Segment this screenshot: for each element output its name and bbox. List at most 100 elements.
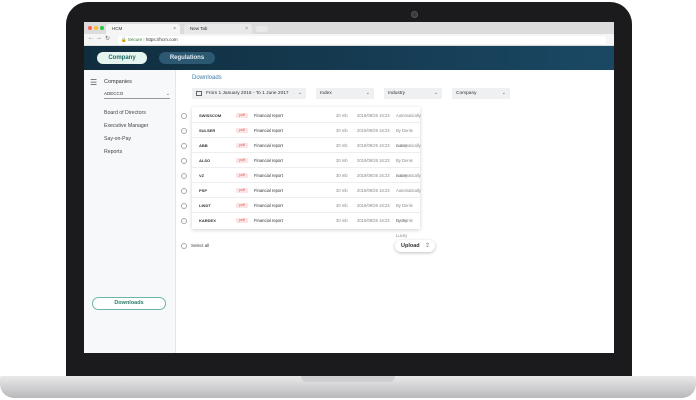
close-icon[interactable]: × (245, 24, 248, 34)
file-type: Financial report (254, 188, 283, 193)
table-row[interactable]: ABB pdf Financial report 30 mb 2018/09/2… (192, 138, 421, 153)
uploaded-by: Automatically (396, 113, 421, 118)
table-row[interactable]: SWISSCOM pdf Financial report 30 mb 2018… (192, 108, 421, 123)
new-tab-button[interactable] (256, 26, 268, 32)
chevron-down-icon: ⌄ (501, 90, 506, 96)
row-checkbox[interactable] (181, 188, 187, 194)
file-date: 2018/09/26 16:23 (357, 113, 390, 118)
upload-button[interactable]: Upload ⇪ (395, 240, 435, 252)
date-range-filter[interactable]: From 1 January 2016 - To 1 June 2017 ⌄ (192, 88, 306, 99)
sidebar-item-reports[interactable]: Reports (104, 149, 122, 155)
page-title: Downloads (192, 75, 222, 81)
company-name: VZ (199, 173, 205, 178)
address-bar: ← → ↻ 🔒 Secure | https://hcm.com (84, 34, 614, 46)
minimize-window-icon[interactable] (94, 26, 98, 30)
url-text: https://hcm.com (145, 37, 178, 42)
row-checkbox[interactable] (181, 218, 187, 224)
company-name: ABB (199, 143, 208, 148)
date-range-value: From 1 January 2016 - To 1 June 2017 (206, 91, 289, 96)
company-name: SWISSCOM (199, 113, 222, 118)
sidebar-item-executive-manager[interactable]: Executive Manager (104, 123, 148, 129)
chevron-down-icon: ⌄ (297, 90, 302, 96)
file-size: 30 mb (336, 218, 348, 223)
company-name: PSP (199, 188, 208, 193)
tab-regulations[interactable]: Regulations (159, 52, 215, 64)
pdf-badge: pdf (236, 218, 248, 223)
camera-icon (411, 11, 418, 18)
row-checkbox[interactable] (181, 158, 187, 164)
pdf-badge: pdf (236, 143, 248, 148)
screen: HCM × New Tab × ← → ↻ 🔒 Secure | https:/… (84, 22, 614, 353)
chevron-down-icon: ⌄ (165, 91, 170, 97)
forward-icon[interactable]: → (96, 35, 102, 41)
lock-icon: 🔒 (121, 37, 127, 42)
pdf-badge: pdf (236, 128, 248, 133)
company-name: LINDT (199, 203, 211, 208)
row-checkbox[interactable] (181, 143, 187, 149)
sidebar-item-say-on-pay[interactable]: Say-on-Pay (104, 136, 131, 142)
table-row[interactable]: LINDT pdf Financial report 30 mb 2018/09… (192, 198, 420, 223)
url-input[interactable]: 🔒 Secure | https://hcm.com (118, 36, 606, 44)
close-window-icon[interactable] (88, 26, 92, 30)
close-icon[interactable]: × (173, 24, 176, 34)
laptop-base (0, 376, 696, 398)
menu-icon[interactable]: ☰ (90, 78, 97, 87)
row-checkbox[interactable] (181, 173, 187, 179)
file-date: 2018/09/26 16:23 (357, 173, 390, 178)
company-name: SULSER (199, 128, 216, 133)
upload-icon: ⇪ (424, 243, 430, 249)
file-size: 30 mb (336, 203, 348, 208)
table-row[interactable]: PSP pdf Financial report 30 mb 2018/09/2… (192, 183, 421, 198)
select-all-label[interactable]: Select all (191, 243, 209, 249)
tab-label: HCM (112, 26, 123, 31)
file-type: Financial report (254, 158, 283, 163)
tab-label: New Tab (190, 26, 208, 31)
industry-filter[interactable]: Industry ⌄ (384, 88, 442, 99)
browser-tab-active[interactable]: HCM × (106, 24, 180, 34)
sidebar-item-board-of-directors[interactable]: Board of Directors (104, 110, 146, 116)
back-icon[interactable]: ← (88, 35, 94, 41)
row-checkbox[interactable] (181, 128, 187, 134)
pdf-badge: pdf (236, 203, 248, 208)
pdf-badge: pdf (236, 188, 248, 193)
app-header: Company Regulations (84, 46, 614, 70)
uploaded-by: By Denis Lucey (396, 218, 413, 238)
downloads-button[interactable]: Downloads (92, 297, 166, 310)
index-filter[interactable]: Index ⌄ (316, 88, 374, 99)
row-checkbox[interactable] (181, 203, 187, 209)
browser-tab-new[interactable]: New Tab × (184, 24, 252, 34)
file-type: Financial report (254, 128, 283, 133)
maximize-window-icon[interactable] (100, 26, 104, 30)
file-size: 30 mb (336, 188, 348, 193)
company-filter[interactable]: Company ⌄ (452, 88, 510, 99)
row-checkbox[interactable] (181, 113, 187, 119)
company-name: KARDEX (199, 218, 216, 223)
file-date: 2018/09/26 16:23 (357, 143, 390, 148)
tab-company[interactable]: Company (97, 52, 147, 64)
pdf-badge: pdf (236, 158, 248, 163)
reload-icon[interactable]: ↻ (105, 35, 110, 42)
file-size: 30 mb (336, 128, 348, 133)
pdf-badge: pdf (236, 113, 248, 118)
uploaded-by: Automatically (396, 143, 421, 148)
company-filter-value: Company (456, 91, 477, 96)
select-all-checkbox[interactable] (181, 243, 187, 249)
industry-filter-value: Industry (388, 91, 406, 96)
file-date: 2018/09/26 16:23 (357, 128, 390, 133)
table-row[interactable]: ALSO pdf Financial report 30 mb 2018/09/… (192, 153, 420, 178)
pdf-badge: pdf (236, 173, 248, 178)
file-size: 30 mb (336, 143, 348, 148)
file-date: 2018/09/26 16:23 (357, 203, 390, 208)
table-row[interactable]: KARDEX pdf Financial report 30 mb 2018/0… (192, 213, 420, 238)
index-filter-value: Index (320, 91, 332, 96)
file-size: 30 mb (336, 113, 348, 118)
uploaded-by: Automatically (396, 173, 421, 178)
uploaded-by: Automatically (396, 188, 421, 193)
chevron-down-icon: ⌄ (433, 90, 438, 96)
table-row[interactable]: VZ pdf Financial report 30 mb 2018/09/26… (192, 168, 421, 183)
company-select[interactable]: ADECCO ⌄ (104, 90, 170, 99)
laptop-notch (301, 376, 395, 382)
file-type: Financial report (254, 113, 283, 118)
file-date: 2018/09/26 16:23 (357, 158, 390, 163)
table-row[interactable]: SULSER pdf Financial report 30 mb 2018/0… (192, 123, 420, 148)
